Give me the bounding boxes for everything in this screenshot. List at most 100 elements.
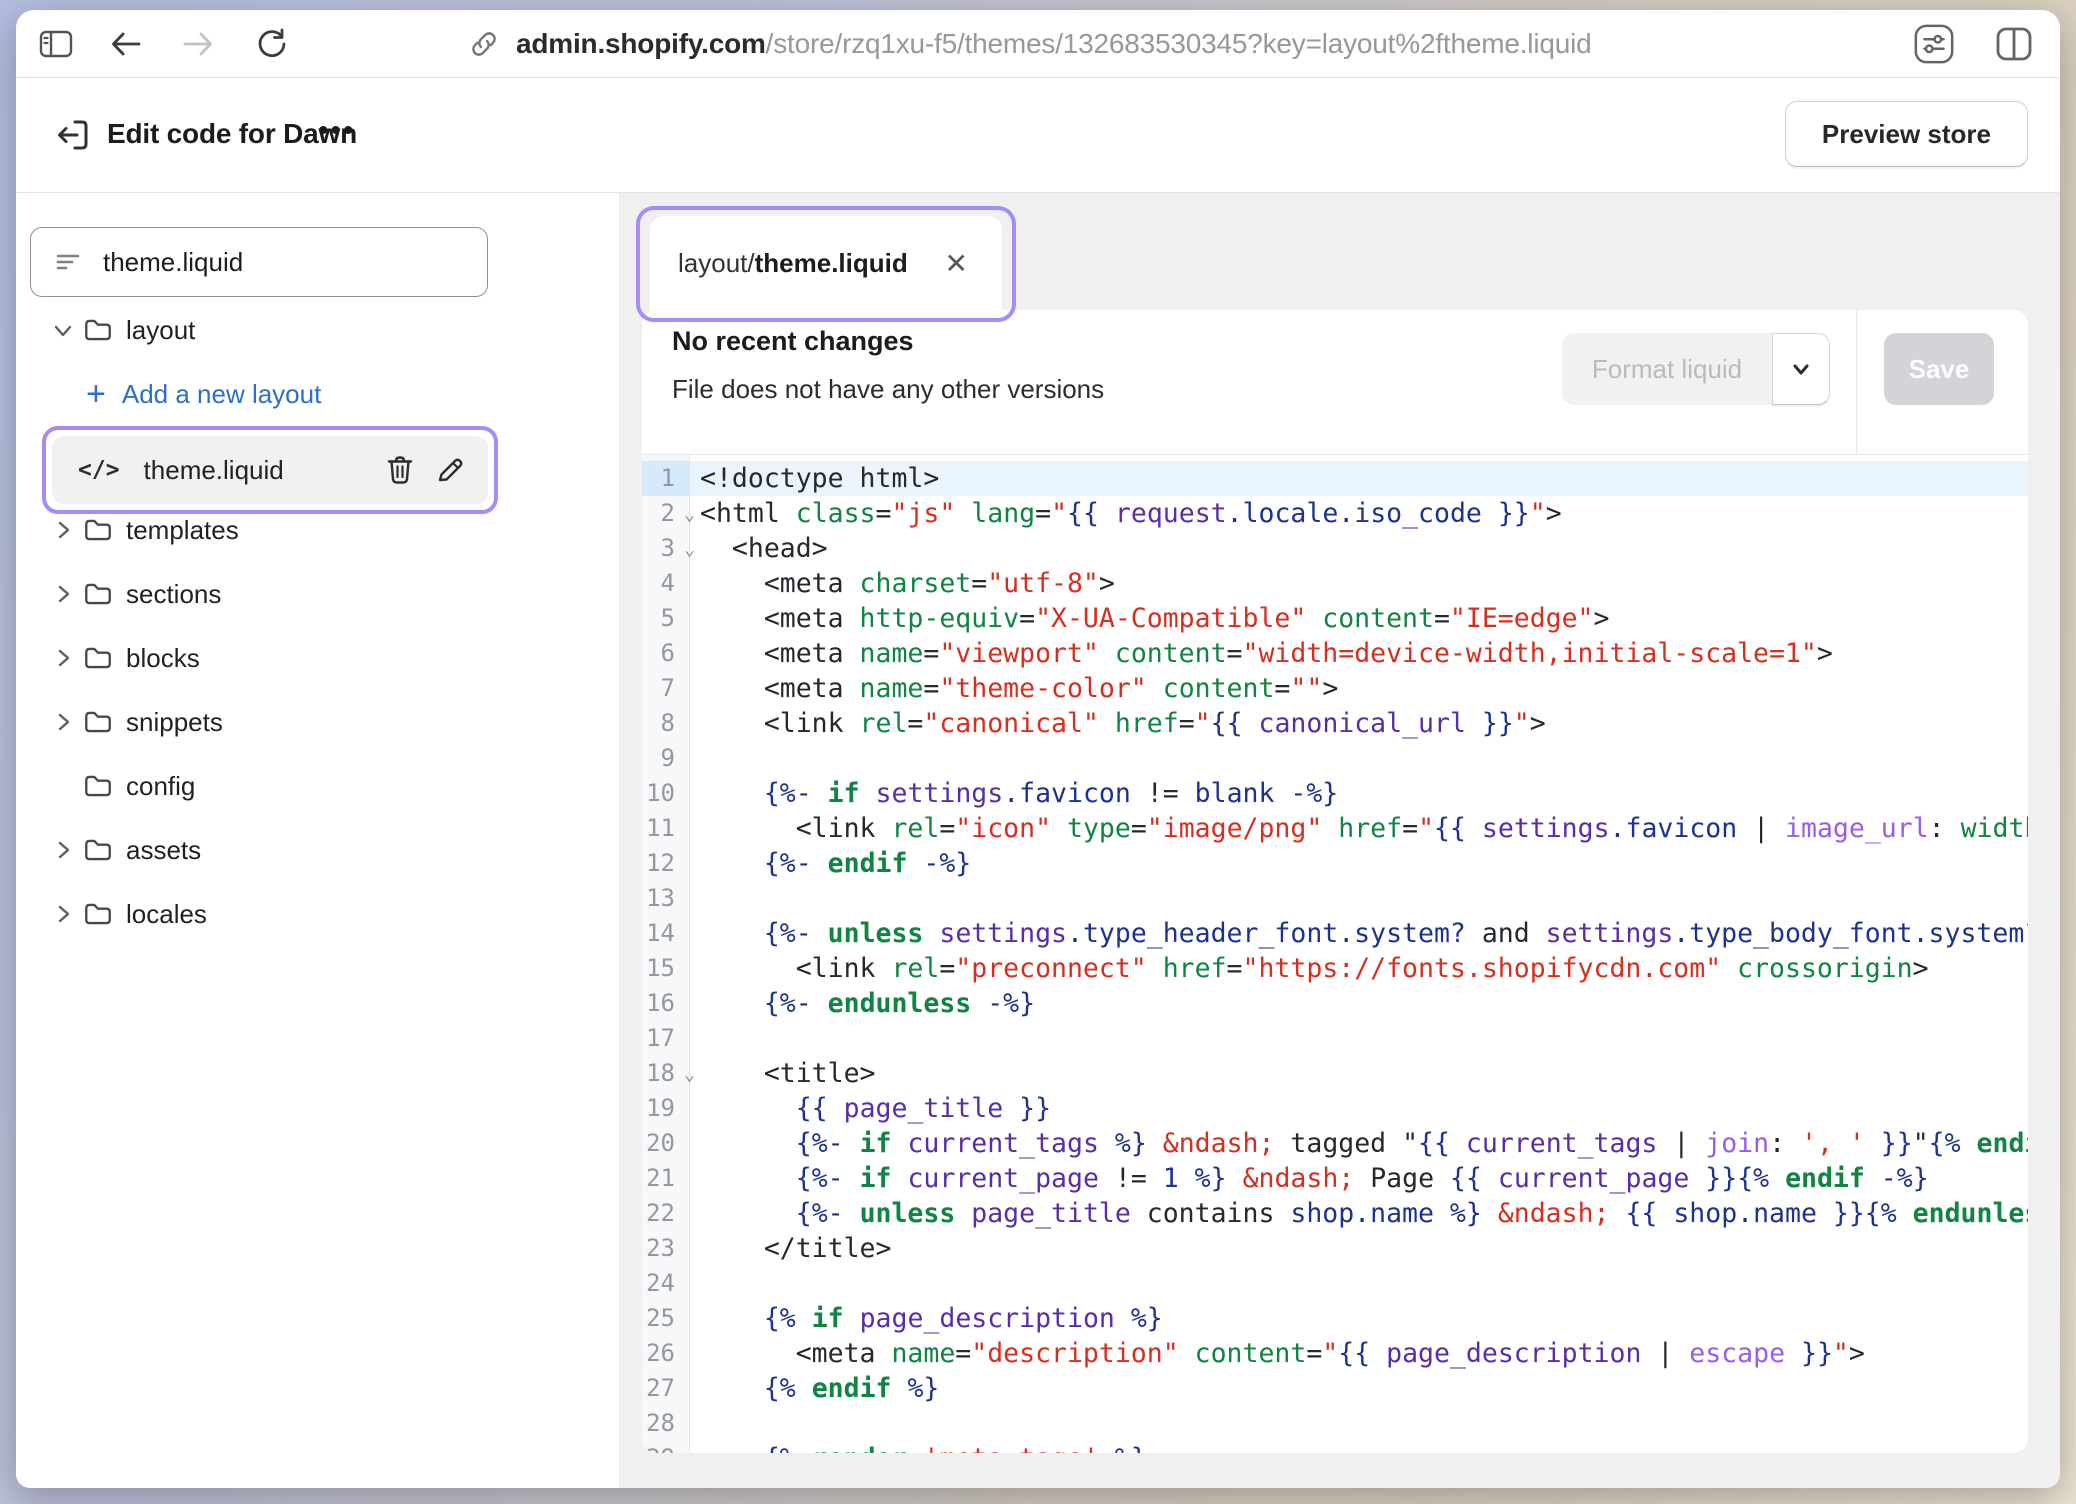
code-line[interactable]: </title> — [700, 1231, 2028, 1266]
code-line[interactable]: {%- if current_page != 1 %} &ndash; Page… — [700, 1161, 2028, 1196]
code-line[interactable]: <meta name="theme-color" content=""> — [700, 671, 2028, 706]
chevron-right-icon[interactable] — [44, 581, 82, 607]
code-line[interactable]: {{ page_title }} — [700, 1091, 2028, 1126]
browser-sidebar-toggle-icon[interactable] — [38, 26, 74, 62]
folder-label: assets — [126, 835, 201, 866]
folder-label: blocks — [126, 643, 200, 674]
line-number: 9 — [642, 741, 689, 776]
code-line[interactable]: <head> — [700, 531, 2028, 566]
filter-icon — [53, 247, 83, 277]
line-number: 1 — [642, 461, 689, 496]
code-line[interactable]: {%- endunless -%} — [700, 986, 2028, 1021]
file-search-box[interactable] — [30, 227, 488, 297]
url-bar[interactable]: admin.shopify.com/store/rzq1xu-f5/themes… — [516, 28, 1591, 60]
toolbar-divider — [1856, 310, 1857, 455]
editor-content: layout/theme.liquid ✕ No recent changes … — [620, 193, 2060, 1488]
chevron-right-icon — [50, 645, 76, 671]
code-line[interactable] — [700, 1406, 2028, 1441]
folder-icon — [82, 770, 114, 802]
sidebar-folder-snippets[interactable]: snippets — [16, 690, 619, 754]
format-options-dropdown[interactable] — [1772, 333, 1830, 405]
save-button[interactable]: Save — [1884, 333, 1994, 405]
back-icon[interactable] — [108, 26, 144, 62]
code-line[interactable]: {%- if current_tags %} &ndash; tagged "{… — [700, 1126, 2028, 1161]
code-line[interactable] — [700, 881, 2028, 916]
chevron-right-icon[interactable] — [44, 517, 82, 543]
sidebar-folder-assets[interactable]: assets — [16, 818, 619, 882]
sidebar-folder-layout[interactable]: layout — [16, 298, 619, 362]
more-actions-button[interactable]: ••• — [308, 108, 366, 154]
tab-layout-theme-liquid[interactable]: layout/theme.liquid ✕ — [650, 216, 1002, 310]
code-line[interactable]: {% if page_description %} — [700, 1301, 2028, 1336]
url-host: admin.shopify.com — [516, 28, 766, 59]
code-line[interactable]: <title> — [700, 1056, 2028, 1091]
sidebar-folder-sections[interactable]: sections — [16, 562, 619, 626]
code-line[interactable]: <html class="js" lang="{{ request.locale… — [700, 496, 2028, 531]
line-number: 22 — [642, 1196, 689, 1231]
code-line[interactable]: <meta charset="utf-8"> — [700, 566, 2028, 601]
code-line[interactable]: <meta name="viewport" content="width=dev… — [700, 636, 2028, 671]
sidebar-folder-templates[interactable]: templates — [16, 498, 619, 562]
fold-toggle-icon[interactable]: ⌄ — [684, 1057, 695, 1092]
code-line[interactable]: {%- unless settings.type_header_font.sys… — [700, 916, 2028, 951]
code-line[interactable]: {%- unless page_title contains shop.name… — [700, 1196, 2028, 1231]
code-line[interactable]: <meta name="description" content="{{ pag… — [700, 1336, 2028, 1371]
preview-store-button[interactable]: Preview store — [1785, 101, 2028, 167]
exit-editor-icon[interactable] — [52, 114, 94, 156]
chevron-down-icon[interactable] — [44, 317, 82, 343]
reload-icon[interactable] — [254, 26, 290, 62]
file-search-input[interactable] — [103, 247, 433, 278]
code-pane[interactable]: <!doctype html><html class="js" lang="{{… — [690, 455, 2028, 1453]
chevron-right-icon — [50, 709, 76, 735]
line-number: 24 — [642, 1266, 689, 1301]
line-number: 4 — [642, 566, 689, 601]
folder-icon — [82, 314, 114, 346]
chevron-right-icon[interactable] — [44, 901, 82, 927]
line-number: 15 — [642, 951, 689, 986]
code-line[interactable]: {% render 'meta-tags' %} — [700, 1441, 2028, 1453]
code-line[interactable]: <link rel="preconnect" href="https://fon… — [700, 951, 2028, 986]
status-subtitle: File does not have any other versions — [672, 374, 1104, 405]
link-icon — [468, 28, 500, 60]
code-line[interactable]: {% endif %} — [700, 1371, 2028, 1406]
code-line[interactable]: <link rel="icon" type="image/png" href="… — [700, 811, 2028, 846]
fold-toggle-icon[interactable]: ⌄ — [684, 497, 695, 532]
tab-label: layout/theme.liquid — [678, 248, 937, 279]
line-number: 11 — [642, 811, 689, 846]
chevron-right-icon — [50, 581, 76, 607]
code-line[interactable] — [700, 741, 2028, 776]
code-line[interactable]: {%- if settings.favicon != blank -%} — [700, 776, 2028, 811]
code-editor[interactable]: 12⌄3⌄456789101112131415161718⌄1920212223… — [642, 455, 2028, 1453]
chevron-right-icon[interactable] — [44, 709, 82, 735]
sidebar-folder-locales[interactable]: locales — [16, 882, 619, 946]
code-line[interactable]: <!doctype html> — [690, 461, 2028, 496]
browser-settings-icon[interactable] — [1912, 22, 1956, 66]
status-title: No recent changes — [672, 326, 914, 357]
format-liquid-button[interactable]: Format liquid — [1562, 333, 1772, 405]
forward-icon[interactable] — [180, 26, 216, 62]
line-number-gutter[interactable]: 12⌄3⌄456789101112131415161718⌄1920212223… — [642, 455, 690, 1453]
line-number: 5 — [642, 601, 689, 636]
split-view-icon[interactable] — [1992, 22, 2036, 66]
add-new-layout-button[interactable]: + Add a new layout — [86, 362, 321, 426]
line-number: 26 — [642, 1336, 689, 1371]
line-number: 20 — [642, 1126, 689, 1161]
code-line[interactable] — [700, 1021, 2028, 1056]
line-number: 27 — [642, 1371, 689, 1406]
code-line[interactable]: {%- endif -%} — [700, 846, 2028, 881]
close-tab-icon[interactable]: ✕ — [937, 243, 976, 284]
line-number: 6 — [642, 636, 689, 671]
folder-icon — [82, 642, 114, 674]
sidebar-folder-blocks[interactable]: blocks — [16, 626, 619, 690]
code-line[interactable]: <link rel="canonical" href="{{ canonical… — [700, 706, 2028, 741]
chevron-right-icon[interactable] — [44, 645, 82, 671]
sidebar-folder-config[interactable]: config — [16, 754, 619, 818]
line-number: 10 — [642, 776, 689, 811]
fold-toggle-icon[interactable]: ⌄ — [684, 532, 695, 567]
code-line[interactable] — [700, 1266, 2028, 1301]
line-number: 25 — [642, 1301, 689, 1336]
chevron-right-icon[interactable] — [44, 837, 82, 863]
line-number: 7 — [642, 671, 689, 706]
code-line[interactable]: <meta http-equiv="X-UA-Compatible" conte… — [700, 601, 2028, 636]
folder-icon — [82, 834, 114, 866]
